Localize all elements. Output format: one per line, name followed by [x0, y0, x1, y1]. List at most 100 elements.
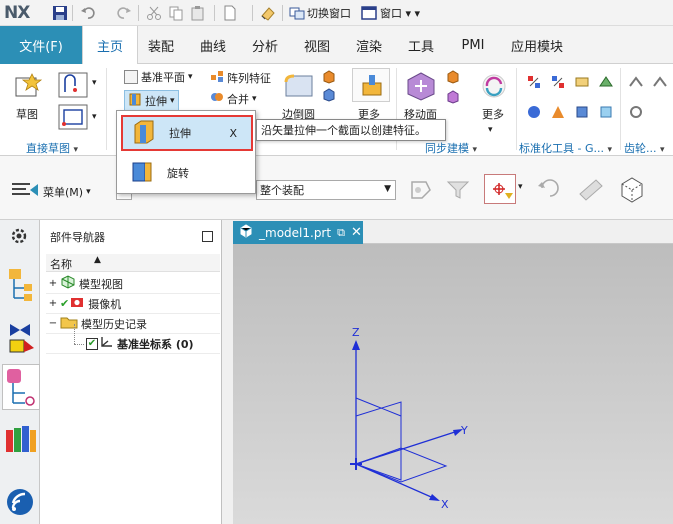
tab-file[interactable]: 文件(F)	[0, 26, 82, 64]
graphics-tab-model1[interactable]: _model1.prt ⧉ ✕	[233, 221, 363, 244]
redo-icon[interactable]	[116, 5, 132, 21]
eraser-icon[interactable]	[260, 5, 276, 21]
revolve-icon	[129, 159, 155, 188]
curve-tool-dropdown[interactable]: ▾	[92, 78, 97, 88]
assembly-navigator-icon[interactable]	[8, 322, 36, 357]
point-snap-dropdown[interactable]: ▾	[518, 182, 523, 192]
gear-icon[interactable]	[10, 227, 28, 248]
tab-application[interactable]: 应用模块	[502, 26, 572, 64]
shell-icon[interactable]	[322, 70, 336, 87]
extrude-shortcut: X	[229, 126, 237, 140]
menu-item-revolve[interactable]: 旋转	[121, 155, 253, 191]
measure-icon[interactable]	[576, 176, 606, 205]
filter-icon[interactable]	[444, 176, 474, 205]
expand-icon[interactable]: +	[46, 278, 60, 289]
sort-asc-icon: ▲	[94, 255, 101, 265]
tab-pmi[interactable]: PMI	[450, 26, 496, 64]
graphics-viewport[interactable]: Z Y X	[233, 244, 673, 524]
group-label-sync-modeling[interactable]: 同步建模 ▾	[425, 140, 477, 156]
tab-curve[interactable]: 曲线	[190, 26, 236, 64]
collapse-icon[interactable]: −	[46, 318, 60, 329]
standard-part-icon-8[interactable]	[598, 104, 614, 123]
tab-view[interactable]: 视图	[294, 26, 340, 64]
app-logo: NX	[4, 3, 30, 23]
chamfer-icon[interactable]	[322, 88, 336, 105]
snap-icon[interactable]	[404, 176, 434, 205]
constraint-navigator-icon[interactable]	[2, 364, 40, 410]
switch-window-button[interactable]: 切换窗口	[307, 5, 351, 21]
standard-part-icon-5[interactable]	[526, 104, 542, 123]
rectangle-icon[interactable]	[58, 104, 88, 133]
close-icon[interactable]: ✕	[351, 225, 362, 240]
reuse-library-icon[interactable]	[4, 424, 38, 457]
group-label-direct-sketch[interactable]: 直接草图 ▾	[26, 140, 78, 156]
visibility-checkbox[interactable]: ✔	[86, 337, 98, 350]
undo-icon[interactable]	[80, 5, 96, 21]
gear-tool-icon-2[interactable]	[652, 74, 668, 93]
sketch-icon[interactable]	[12, 70, 44, 103]
window-menu-button[interactable]: 窗口 ▾ ▾	[380, 5, 420, 21]
cut-icon[interactable]	[146, 5, 162, 21]
x-axis-label: X	[441, 498, 449, 511]
column-header-name[interactable]: 名称 ▲	[46, 254, 220, 272]
sync-more-button[interactable]: 更多 ▾	[482, 106, 504, 135]
save-icon[interactable]	[52, 5, 68, 21]
menu-item-extrude[interactable]: 拉伸 X	[121, 115, 253, 151]
assembly-scope-select[interactable]: 整个装配 ▼	[256, 180, 396, 200]
menu-icon	[10, 180, 40, 203]
extrude-icon	[131, 119, 157, 148]
view-cube-icon[interactable]	[616, 174, 648, 207]
switch-window-icon[interactable]	[289, 5, 305, 21]
point-snap-icon[interactable]	[484, 174, 516, 204]
group-label-gear[interactable]: 齿轮... ▾	[624, 140, 665, 156]
paste-icon[interactable]	[190, 5, 206, 21]
offset-face-icon[interactable]	[446, 70, 460, 87]
tab-analysis[interactable]: 分析	[242, 26, 288, 64]
expand-icon[interactable]: +	[46, 298, 60, 309]
more-features-icon[interactable]	[352, 68, 390, 102]
standard-part-icon-3[interactable]	[574, 74, 590, 93]
rectangle-dropdown[interactable]: ▾	[92, 112, 97, 122]
menu-button[interactable]: 菜单(M) ▾	[10, 180, 91, 203]
folder-icon	[60, 315, 78, 332]
curve-tool-icon[interactable]	[58, 72, 88, 101]
standard-part-icon-7[interactable]	[574, 104, 590, 123]
standard-part-icon-2[interactable]	[550, 74, 566, 93]
move-face-icon[interactable]	[404, 70, 438, 105]
edge-blend-icon[interactable]	[282, 72, 316, 103]
tree-item-model-history[interactable]: − 模型历史记录	[46, 314, 220, 334]
tab-assembly[interactable]: 装配	[138, 26, 184, 64]
csys-icon	[98, 335, 114, 352]
datum-plane-icon	[124, 70, 138, 84]
gear-tool-icon-3[interactable]	[628, 104, 644, 123]
tab-render[interactable]: 渲染	[346, 26, 392, 64]
unite-icon	[210, 90, 224, 107]
tab-home[interactable]: 主页	[82, 26, 138, 65]
standard-part-icon-4[interactable]	[598, 74, 614, 93]
info-feed-icon[interactable]	[6, 488, 34, 519]
maximize-icon[interactable]	[202, 231, 213, 242]
extrude-ribbon-icon	[128, 92, 142, 109]
unite-button[interactable]: 合并 ▾	[210, 90, 257, 107]
copy-icon[interactable]	[168, 5, 184, 21]
group-label-standard-tools[interactable]: 标准化工具 - G... ▾	[519, 140, 612, 156]
window-icon[interactable]	[361, 5, 377, 21]
new-icon[interactable]	[222, 5, 238, 21]
sync-more-icon[interactable]	[476, 70, 512, 102]
tab-options-icon[interactable]: ⧉	[337, 226, 345, 240]
datum-plane-button[interactable]: 基准平面 ▾	[124, 69, 193, 85]
part-navigator-icon[interactable]	[8, 268, 34, 305]
model-view-icon	[60, 275, 76, 292]
tree-item-datum-csys[interactable]: ✔ 基准坐标系 (0)	[46, 334, 220, 354]
standard-part-icon-1[interactable]	[526, 74, 542, 93]
extrude-ribbon-button[interactable]: 拉伸 ▾	[124, 90, 179, 111]
gear-tool-icon-1[interactable]	[628, 74, 644, 93]
replace-face-icon[interactable]	[446, 90, 460, 107]
rotate-snap-icon[interactable]	[536, 176, 566, 205]
tab-tools[interactable]: 工具	[398, 26, 444, 64]
pattern-feature-button[interactable]: 阵列特征	[210, 69, 271, 86]
tree-item-camera[interactable]: + ✔ 摄像机	[46, 294, 220, 314]
sketch-button[interactable]: 草图	[16, 106, 38, 122]
tree-item-model-views[interactable]: + 模型视图	[46, 274, 220, 294]
standard-part-icon-6[interactable]	[550, 104, 566, 123]
